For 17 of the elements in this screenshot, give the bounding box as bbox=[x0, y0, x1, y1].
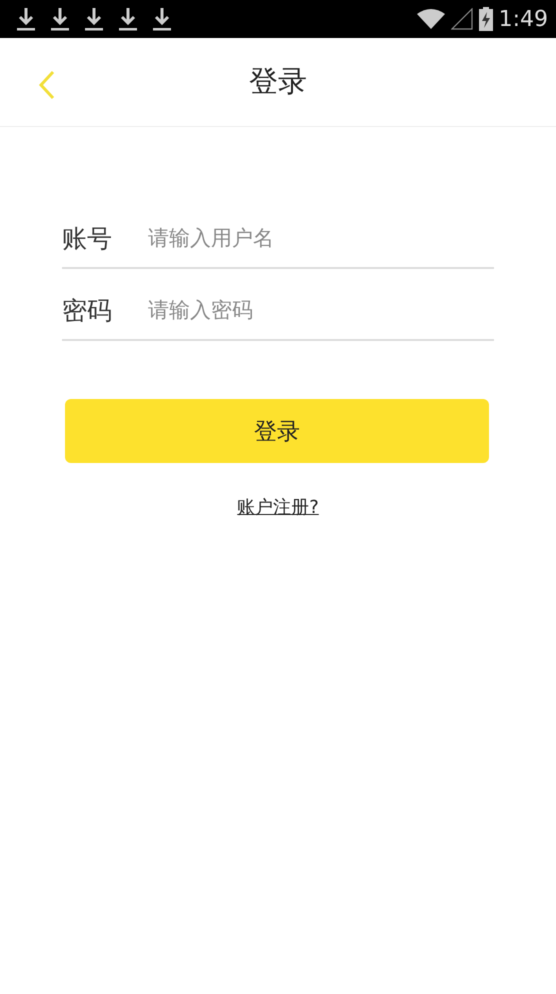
login-button[interactable]: 登录 bbox=[65, 399, 489, 463]
clock-time: 1:49 bbox=[498, 6, 548, 32]
download-icon bbox=[152, 6, 172, 32]
username-field[interactable]: 请输入用户名 bbox=[148, 220, 494, 256]
register-link[interactable]: 账户注册? bbox=[237, 495, 319, 519]
wifi-icon bbox=[416, 8, 445, 30]
download-icon bbox=[118, 6, 138, 32]
field-label: 账号 bbox=[62, 222, 113, 254]
download-icon bbox=[16, 6, 36, 32]
download-icon bbox=[50, 6, 70, 32]
download-icon bbox=[84, 6, 104, 32]
battery-charging-icon bbox=[478, 7, 493, 31]
back-chevron-icon bbox=[38, 70, 56, 100]
password-field[interactable]: 请输入密码 bbox=[148, 292, 494, 328]
field-label: 密码 bbox=[62, 294, 113, 326]
page-title: 登录 bbox=[249, 63, 307, 100]
signal-icon bbox=[450, 8, 473, 30]
